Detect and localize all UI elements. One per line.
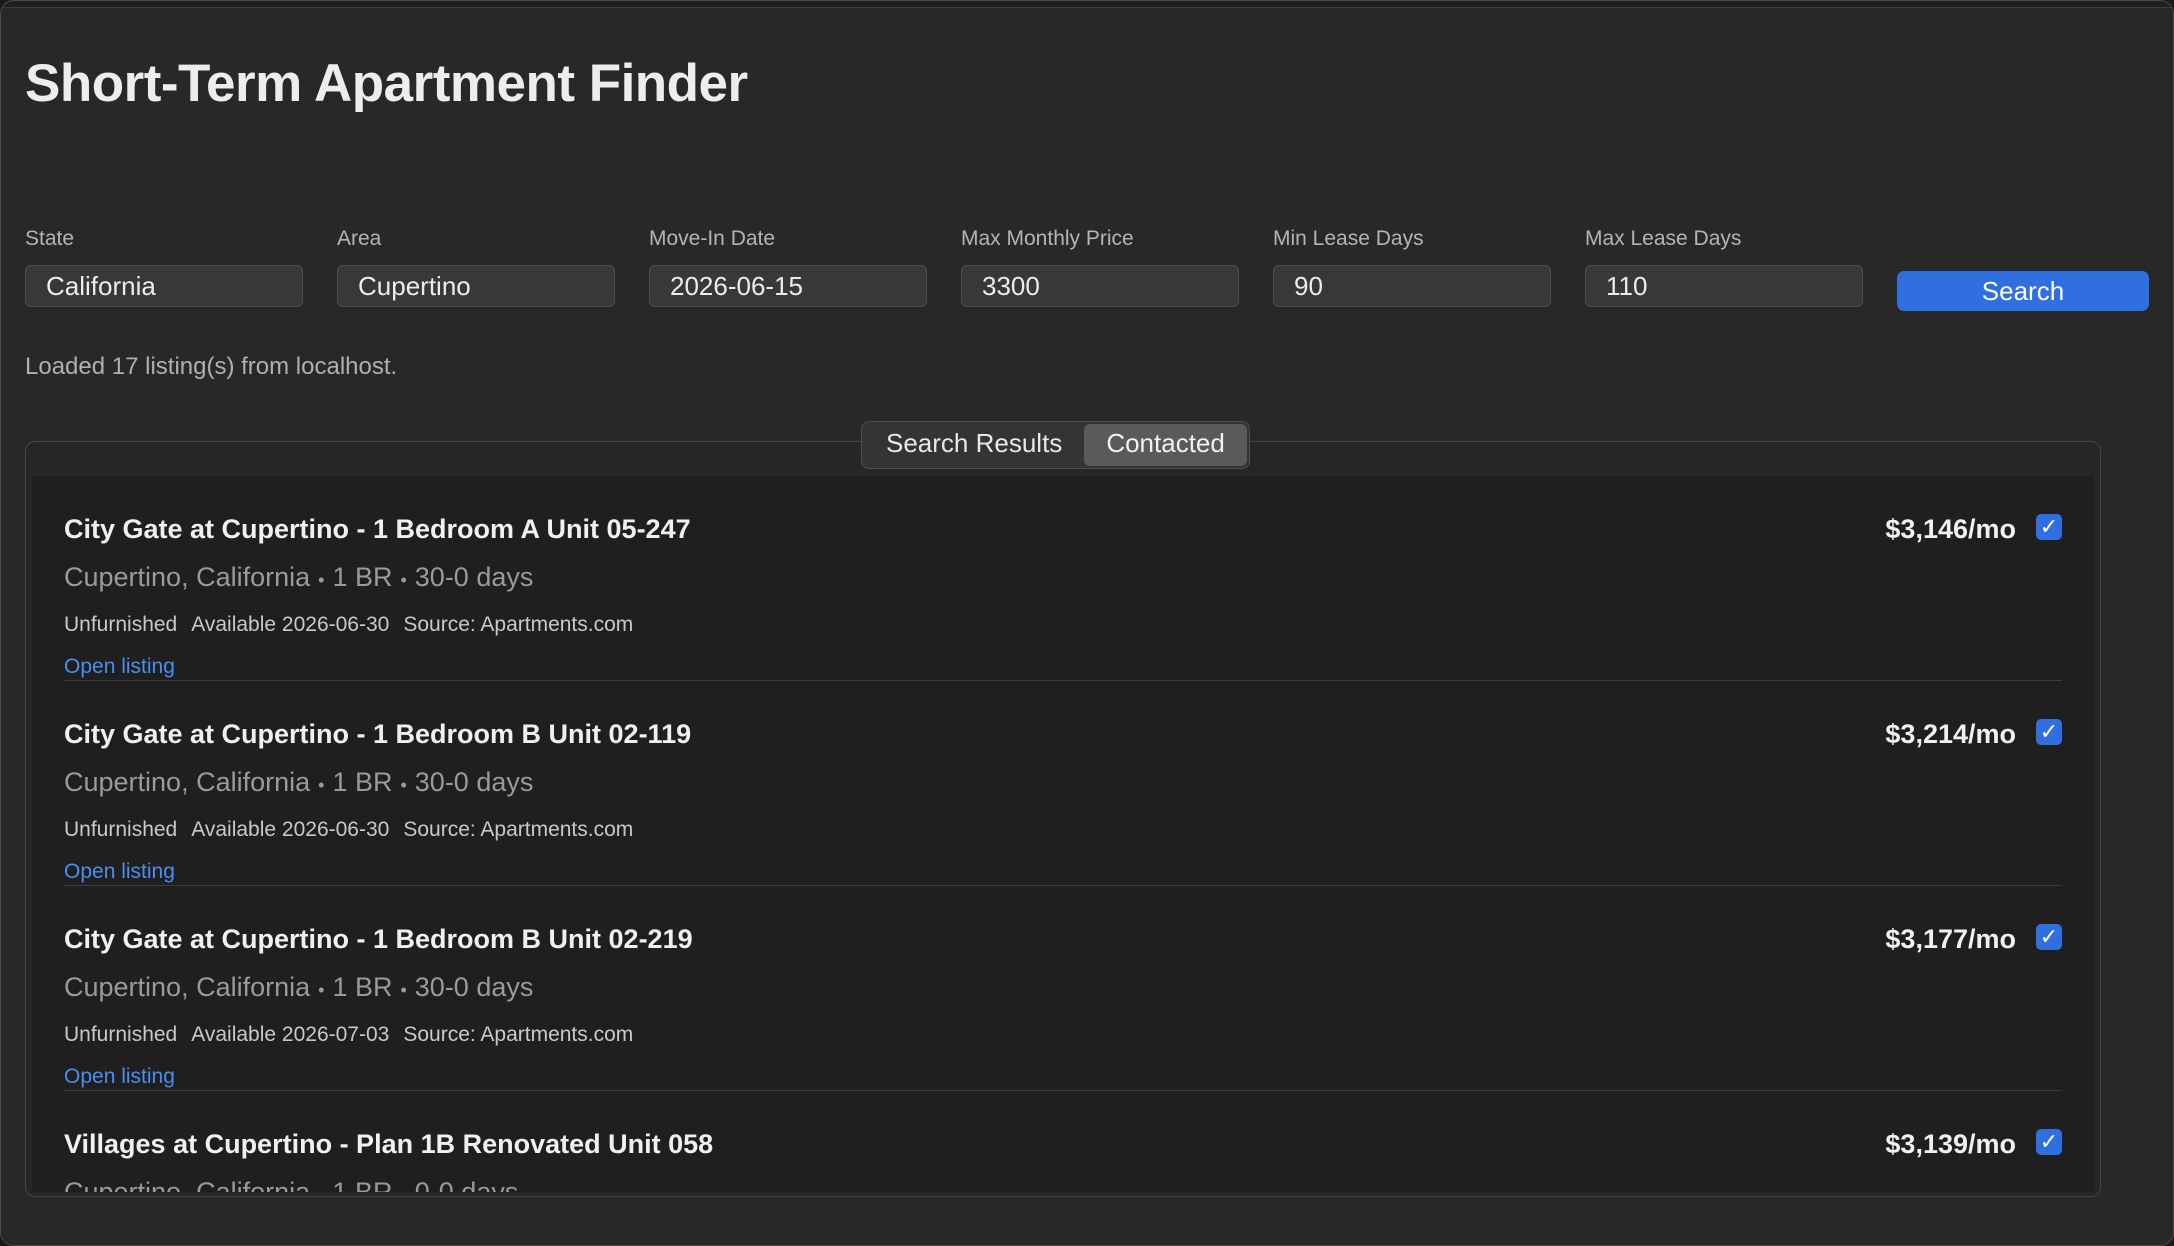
listing-beds: 1 BR	[332, 972, 393, 1002]
bullet-icon: •	[400, 775, 407, 795]
min-lease-label: Min Lease Days	[1273, 227, 1424, 250]
listing-details: Unfurnished Available 2026-06-30 Source: A…	[64, 818, 647, 842]
listing-beds: 1 BR	[332, 767, 393, 797]
listing-price: $3,146/mo	[1885, 514, 2016, 544]
listing-title: City Gate at Cupertino - 1 Bedroom B Uni…	[64, 719, 692, 749]
listing-item: City Gate at Cupertino - 1 Bedroom B Uni…	[64, 681, 2062, 886]
listing-list[interactable]: City Gate at Cupertino - 1 Bedroom A Uni…	[32, 476, 2094, 1192]
checkmark-icon: ✓	[2039, 719, 2059, 744]
max-price-field: Max Monthly Price	[961, 227, 1239, 307]
listing-lease: 30-0 days	[414, 767, 534, 797]
listing-title: Villages at Cupertino - Plan 1B Renovate…	[64, 1129, 714, 1159]
listing-furnishing: Unfurnished	[64, 1023, 178, 1046]
open-listing-link[interactable]: Open listing	[64, 1065, 175, 1089]
search-button[interactable]: Search	[1897, 271, 2149, 311]
max-lease-input[interactable]	[1585, 265, 1863, 307]
listing-beds: 1 BR	[332, 562, 393, 592]
listing-source: Source: Apartments.com	[403, 818, 634, 841]
contacted-checkbox[interactable]: ✓	[2036, 514, 2062, 540]
app-window: Short-Term Apartment Finder State Area M…	[0, 0, 2174, 1246]
tab-contacted[interactable]: Contacted	[1084, 424, 1247, 466]
listing-details: Unfurnished Available 2026-07-03 Source: A…	[64, 1023, 647, 1047]
tab-bar: Search Results Contacted	[861, 421, 1250, 469]
min-lease-input[interactable]	[1273, 265, 1551, 307]
listing-price: $3,139/mo	[1885, 1129, 2016, 1159]
listing-location: Cupertino, California	[64, 1177, 311, 1192]
open-listing-link[interactable]: Open listing	[64, 655, 175, 679]
contacted-checkbox[interactable]: ✓	[2036, 924, 2062, 950]
area-label: Area	[337, 227, 382, 250]
checkmark-icon: ✓	[2039, 514, 2059, 539]
listing-available: Available 2026-06-30	[191, 818, 390, 841]
checkmark-icon: ✓	[2039, 924, 2059, 949]
listing-source: Source: Apartments.com	[403, 1023, 634, 1046]
listing-available: Available 2026-07-03	[191, 1023, 390, 1046]
listing-item: City Gate at Cupertino - 1 Bedroom A Uni…	[64, 476, 2062, 681]
listing-price: $3,177/mo	[1885, 924, 2016, 954]
listing-item: City Gate at Cupertino - 1 Bedroom B Uni…	[64, 886, 2062, 1091]
listing-lease: 30-0 days	[414, 562, 534, 592]
listing-lease: 0-0 days	[414, 1177, 519, 1192]
move-in-date-input[interactable]	[649, 265, 927, 307]
listing-location: Cupertino, California	[64, 562, 311, 592]
state-field: State	[25, 227, 303, 307]
tab-search-results[interactable]: Search Results	[864, 424, 1084, 466]
results-panel: City Gate at Cupertino - 1 Bedroom A Uni…	[25, 441, 2101, 1197]
listing-meta: Cupertino, California • 1 BR • 30-0 days	[64, 972, 533, 1003]
listing-title: City Gate at Cupertino - 1 Bedroom B Uni…	[64, 924, 693, 954]
bullet-icon: •	[318, 980, 325, 1000]
status-message: Loaded 17 listing(s) from localhost.	[25, 353, 398, 380]
bullet-icon: •	[400, 1185, 406, 1192]
listing-title: City Gate at Cupertino - 1 Bedroom A Uni…	[64, 514, 691, 544]
bullet-icon: •	[318, 775, 325, 795]
open-listing-link[interactable]: Open listing	[64, 860, 175, 884]
max-price-input[interactable]	[961, 265, 1239, 307]
listing-meta: Cupertino, California • 1 BR • 30-0 days	[64, 562, 533, 593]
bullet-icon: •	[400, 980, 407, 1000]
listing-item: Villages at Cupertino - Plan 1B Renovate…	[64, 1091, 2062, 1192]
listing-beds: 1 BR	[332, 1177, 393, 1192]
listing-meta: Cupertino, California • 1 BR • 30-0 days	[64, 767, 533, 798]
state-input[interactable]	[25, 265, 303, 307]
listing-location: Cupertino, California	[64, 767, 311, 797]
listing-location: Cupertino, California	[64, 972, 311, 1002]
listing-lease: 30-0 days	[414, 972, 534, 1002]
bullet-icon: •	[318, 1185, 324, 1192]
listing-furnishing: Unfurnished	[64, 613, 178, 636]
max-price-label: Max Monthly Price	[961, 227, 1134, 250]
listing-available: Available 2026-06-30	[191, 613, 390, 636]
listing-meta: Cupertino, California • 1 BR • 0-0 days	[64, 1177, 518, 1192]
contacted-checkbox[interactable]: ✓	[2036, 719, 2062, 745]
bullet-icon: •	[400, 570, 407, 590]
listing-source: Source: Apartments.com	[403, 613, 634, 636]
area-input[interactable]	[337, 265, 615, 307]
window-titlebar	[1, 1, 2173, 8]
max-lease-label: Max Lease Days	[1585, 227, 1742, 250]
state-label: State	[25, 227, 75, 250]
page-title: Short-Term Apartment Finder	[25, 54, 748, 113]
move-in-date-label: Move-In Date	[649, 227, 776, 250]
min-lease-field: Min Lease Days	[1273, 227, 1551, 307]
move-in-date-field: Move-In Date	[649, 227, 927, 307]
listing-details: Unfurnished Available 2026-06-30 Source: A…	[64, 613, 647, 637]
area-field: Area	[337, 227, 615, 307]
contacted-checkbox[interactable]: ✓	[2036, 1129, 2062, 1155]
listing-furnishing: Unfurnished	[64, 818, 178, 841]
bullet-icon: •	[318, 570, 325, 590]
listing-price: $3,214/mo	[1885, 719, 2016, 749]
max-lease-field: Max Lease Days	[1585, 227, 1863, 307]
checkmark-icon: ✓	[2039, 1129, 2059, 1154]
